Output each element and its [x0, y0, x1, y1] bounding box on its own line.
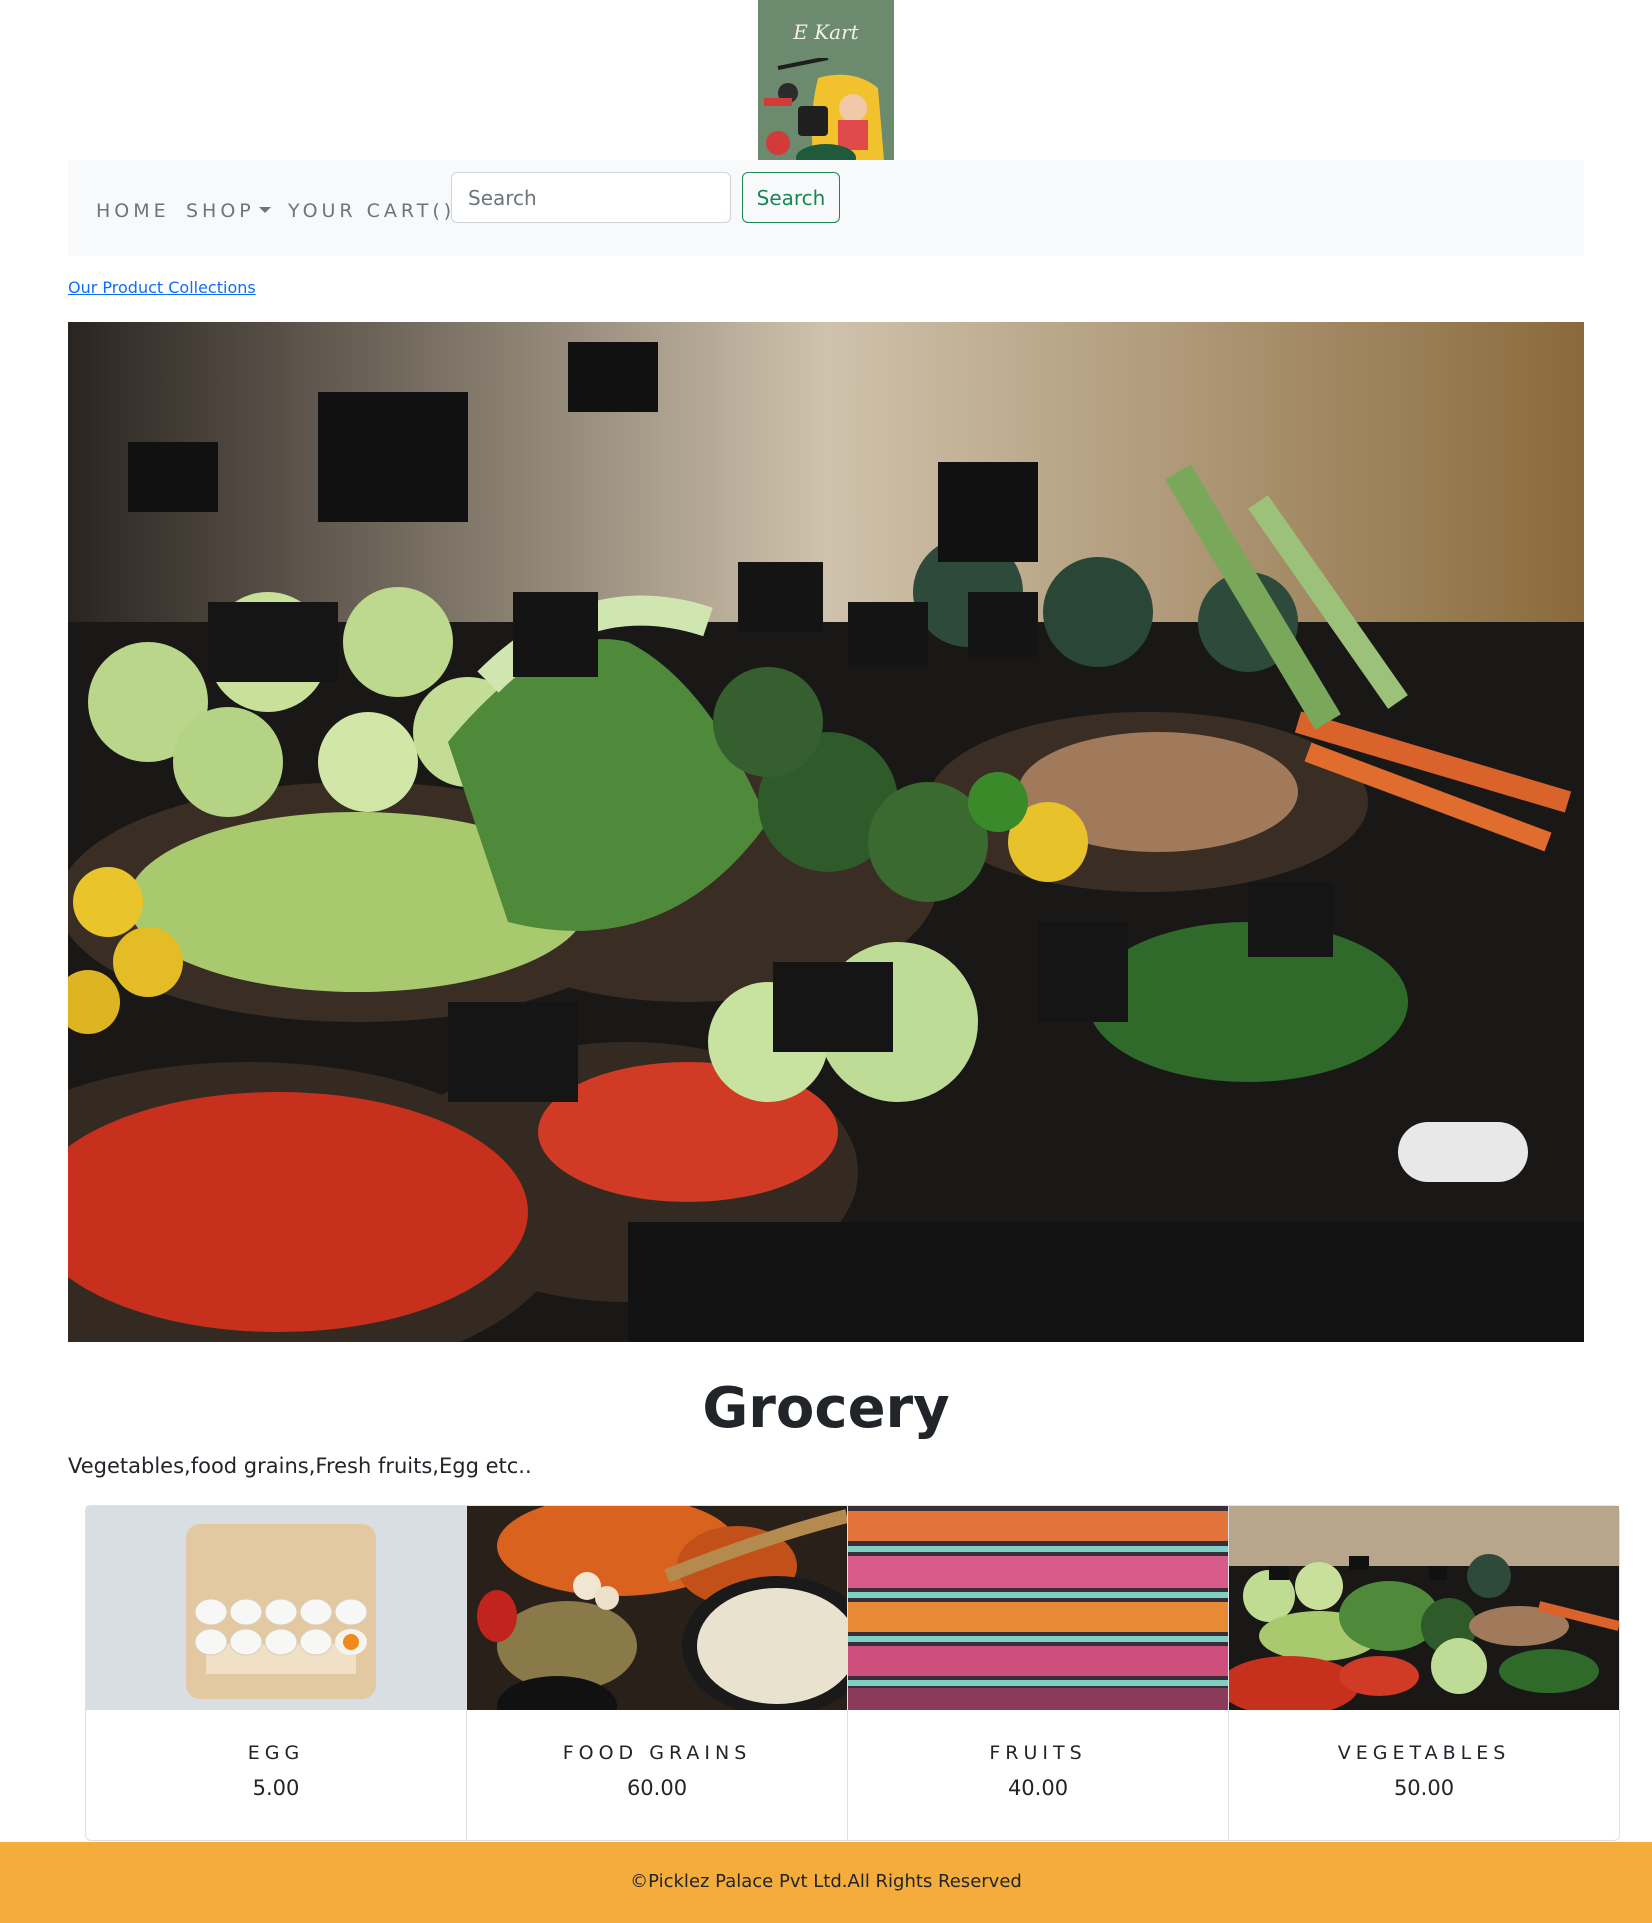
nav-cart[interactable]: YOUR CART(): [288, 200, 455, 222]
section-description: Vegetables,food grains,Fresh fruits,Egg …: [68, 1454, 532, 1478]
nav-shop-dropdown[interactable]: SHOP: [186, 200, 271, 222]
logo-text: E Kart: [793, 20, 859, 44]
egg-carton-image: [86, 1506, 466, 1710]
product-price: 40.00: [1007, 1776, 1069, 1800]
product-card-fruits[interactable]: FRUITS 40.00: [847, 1505, 1228, 1841]
logo-illustration: [764, 58, 884, 160]
product-price: 50.00: [1393, 1776, 1455, 1800]
fruits-image: [848, 1506, 1228, 1710]
caret-down-icon: [258, 207, 271, 213]
product-cards: EGG 5.00 FOOD GRAINS 60.00 FRUITS 40.00 …: [85, 1505, 1620, 1841]
search-input[interactable]: [451, 172, 731, 223]
vegetables-image: [1229, 1506, 1619, 1710]
product-card-vegetables[interactable]: VEGETABLES 50.00: [1228, 1505, 1620, 1841]
nav-home[interactable]: HOME: [96, 200, 170, 222]
product-card-food-grains[interactable]: FOOD GRAINS 60.00: [466, 1505, 847, 1841]
nav-shop-label: SHOP: [186, 200, 255, 222]
product-collections-link[interactable]: Our Product Collections: [68, 278, 256, 297]
product-price: 60.00: [626, 1776, 688, 1800]
brand-logo[interactable]: E Kart: [758, 0, 894, 160]
hero-image: [68, 322, 1584, 1342]
footer-copyright: ©Picklez Palace Pvt Ltd.All Rights Reser…: [630, 1871, 1022, 1892]
search-button[interactable]: Search: [742, 172, 840, 223]
product-name: FRUITS: [989, 1742, 1087, 1764]
footer: ©Picklez Palace Pvt Ltd.All Rights Reser…: [0, 1842, 1652, 1923]
navbar: HOME SHOP YOUR CART() Search: [68, 160, 1584, 256]
product-name: EGG: [247, 1742, 305, 1764]
food-grains-image: [467, 1506, 847, 1710]
product-card-egg[interactable]: EGG 5.00: [85, 1505, 466, 1841]
product-price: 5.00: [252, 1776, 300, 1800]
section-title: Grocery: [702, 1376, 950, 1441]
product-name: VEGETABLES: [1337, 1742, 1511, 1764]
product-name: FOOD GRAINS: [562, 1742, 752, 1764]
